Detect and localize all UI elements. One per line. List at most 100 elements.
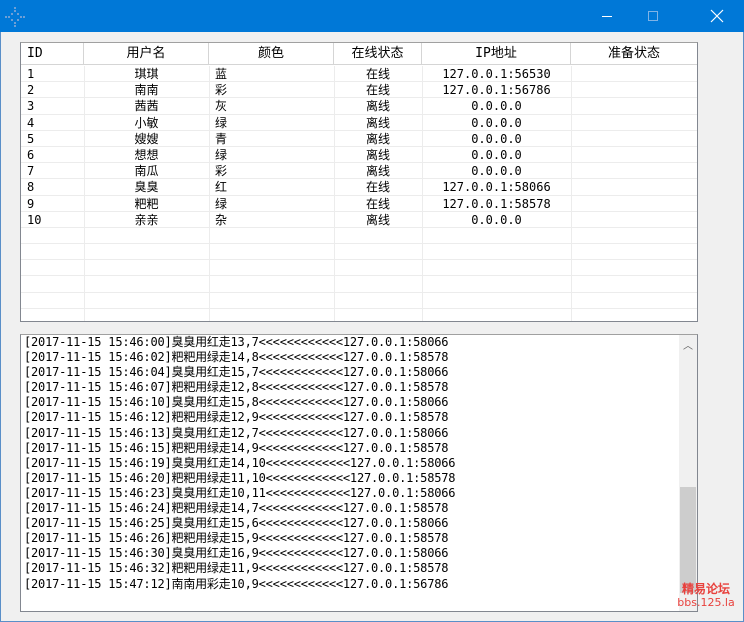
table-row[interactable]: 9 粑粑 绿 在线 127.0.0.1:58578 xyxy=(21,196,697,212)
cell-ip-address: 0.0.0.0 xyxy=(471,115,522,130)
cell-ready-status xyxy=(571,212,697,228)
cell-username: 茜茜 xyxy=(134,99,159,114)
table-row[interactable]: 7 南瓜 彩 离线 0.0.0.0 xyxy=(21,163,697,180)
scroll-up-button[interactable]: ︿ xyxy=(679,335,697,353)
cell-ready-status xyxy=(571,66,697,82)
log-line: [2017-11-15 15:46:30]臭臭用红走16,9<<<<<<<<<<… xyxy=(24,546,449,561)
cell-ip-address: 0.0.0.0 xyxy=(471,164,522,179)
cell-ready-status xyxy=(571,163,697,179)
column-header-ready-status[interactable]: 准备状态 xyxy=(571,43,697,65)
cell-color: 灰 xyxy=(215,99,228,114)
cell-ready-status xyxy=(571,82,697,98)
cell-ready-status xyxy=(571,196,697,212)
app-crosshair-icon[interactable] xyxy=(4,6,26,28)
log-line: [2017-11-15 15:46:25]臭臭用红走15,6<<<<<<<<<<… xyxy=(24,516,449,531)
log-line: [2017-11-15 15:46:00]臭臭用红走13,7<<<<<<<<<<… xyxy=(24,335,449,349)
cell-color: 彩 xyxy=(215,164,228,179)
table-row[interactable]: 1 琪琪 蓝 在线 127.0.0.1:56530 xyxy=(21,66,697,83)
cell-ip-address: 0.0.0.0 xyxy=(471,212,522,227)
cell-id: 5 xyxy=(27,131,35,146)
table-row[interactable]: 2 南南 彩 在线 127.0.0.1:56786 xyxy=(21,82,697,99)
table-row[interactable]: 6 想想 绿 离线 0.0.0.0 xyxy=(21,147,697,164)
vertical-scrollbar[interactable]: ︿ xyxy=(679,335,697,611)
watermark-title: 精易论坛 xyxy=(681,582,730,596)
table-row[interactable]: 5 嫂嫂 青 离线 0.0.0.0 xyxy=(21,131,697,147)
cell-username: 嫂嫂 xyxy=(134,131,159,146)
column-header-color[interactable]: 颜色 xyxy=(209,43,334,65)
cell-id: 7 xyxy=(27,164,35,179)
cell-online-status: 在线 xyxy=(365,67,390,81)
log-line: [2017-11-15 15:46:02]粑粑用绿走14,8<<<<<<<<<<… xyxy=(24,350,449,365)
cell-id: 8 xyxy=(27,180,35,195)
grid-line xyxy=(21,307,697,309)
log-line: [2017-11-15 15:46:04]臭臭用红走15,7<<<<<<<<<<… xyxy=(24,365,449,380)
cell-color: 红 xyxy=(215,180,228,195)
table-row[interactable] xyxy=(21,260,697,277)
title-bar xyxy=(0,0,744,32)
cell-id: 4 xyxy=(27,115,35,130)
column-header-username[interactable]: 用户名 xyxy=(84,43,209,65)
cell-id: 3 xyxy=(27,99,35,114)
cell-color: 绿 xyxy=(215,196,228,211)
close-icon xyxy=(710,9,724,23)
move-log-textbox[interactable]: [2017-11-15 15:46:00]臭臭用红走13,7<<<<<<<<<<… xyxy=(20,334,698,612)
column-header-online-status[interactable]: 在线状态 xyxy=(334,43,422,65)
cell-color: 彩 xyxy=(215,83,228,98)
log-line: [2017-11-15 15:46:15]粑粑用绿走14,9<<<<<<<<<<… xyxy=(24,440,449,455)
log-lines: [2017-11-15 15:46:00]臭臭用红走13,7<<<<<<<<<<… xyxy=(24,335,676,592)
cell-ip-address: 127.0.0.1:58578 xyxy=(442,196,551,211)
log-line: [2017-11-15 15:46:20]粑粑用绿走11,10<<<<<<<<<… xyxy=(24,470,456,485)
cell-online-status: 在线 xyxy=(365,180,390,195)
cell-color: 杂 xyxy=(215,212,228,227)
cell-id: 1 xyxy=(27,67,35,81)
forum-watermark: 精易论坛 bbs.125.la xyxy=(668,582,744,610)
cell-id: 2 xyxy=(27,83,35,98)
cell-color: 青 xyxy=(215,131,228,146)
cell-username: 亲亲 xyxy=(134,212,159,227)
cell-color: 绿 xyxy=(215,115,228,130)
log-line: [2017-11-15 15:46:12]粑粑用绿走12,9<<<<<<<<<<… xyxy=(24,410,449,425)
close-button[interactable] xyxy=(690,0,744,32)
log-line: [2017-11-15 15:47:12]南南用彩走10,9<<<<<<<<<<… xyxy=(24,576,449,591)
table-row[interactable] xyxy=(21,293,697,309)
column-header-ip-address[interactable]: IP地址 xyxy=(422,43,571,65)
table-row[interactable] xyxy=(21,276,697,293)
table-row[interactable]: 8 臭臭 红 在线 127.0.0.1:58066 xyxy=(21,179,697,196)
log-line: [2017-11-15 15:46:23]臭臭用红走10,11<<<<<<<<<… xyxy=(24,485,456,500)
cell-color: 蓝 xyxy=(215,67,228,81)
cell-ready-status xyxy=(571,98,697,114)
table-row[interactable]: 10 亲亲 杂 离线 0.0.0.0 xyxy=(21,212,697,228)
table-row[interactable] xyxy=(21,228,697,245)
cell-ip-address: 127.0.0.1:56786 xyxy=(442,83,551,98)
log-line: [2017-11-15 15:46:24]粑粑用绿走14,7<<<<<<<<<<… xyxy=(24,501,449,516)
log-line: [2017-11-15 15:46:07]粑粑用绿走12,8<<<<<<<<<<… xyxy=(24,380,449,395)
cell-ready-status xyxy=(571,147,697,163)
cell-id: 6 xyxy=(27,147,35,162)
list-header: ID 用户名 颜色 在线状态 IP地址 准备状态 xyxy=(21,43,697,65)
table-row[interactable]: 4 小敏 绿 离线 0.0.0.0 xyxy=(21,115,697,131)
cell-online-status: 离线 xyxy=(365,131,390,146)
maximize-icon xyxy=(648,11,658,21)
log-line: [2017-11-15 15:46:19]臭臭用红走14,10<<<<<<<<<… xyxy=(24,455,456,470)
player-list-view[interactable]: ID 用户名 颜色 在线状态 IP地址 准备状态 1 琪琪蓝在线 127.0.0.1… xyxy=(20,42,698,322)
cell-username: 南瓜 xyxy=(134,164,159,179)
scroll-thumb[interactable] xyxy=(680,487,696,593)
cell-ip-address: 127.0.0.1:56530 xyxy=(442,67,551,81)
log-line: [2017-11-15 15:46:13]臭臭用红走12,7<<<<<<<<<<… xyxy=(24,425,449,440)
cell-online-status: 离线 xyxy=(365,99,390,114)
chevron-up-icon: ︿ xyxy=(683,340,693,352)
cell-ip-address: 0.0.0.0 xyxy=(471,99,522,114)
cell-username: 琪琪 xyxy=(134,67,159,81)
cell-username: 臭臭 xyxy=(134,180,159,195)
log-line: [2017-11-15 15:46:26]粑粑用绿走15,9<<<<<<<<<<… xyxy=(24,531,449,546)
maximize-button[interactable] xyxy=(630,0,676,32)
minimize-button[interactable] xyxy=(584,0,630,32)
column-header-id[interactable]: ID xyxy=(21,43,84,65)
table-row[interactable]: 3 茜茜 灰 离线 0.0.0.0 xyxy=(21,98,697,115)
cell-ip-address: 0.0.0.0 xyxy=(471,131,522,146)
cell-username: 粑粑 xyxy=(134,196,159,211)
cell-ready-status xyxy=(571,115,697,131)
cell-id: 10 xyxy=(27,212,42,227)
table-row[interactable] xyxy=(21,244,697,261)
log-line: [2017-11-15 15:46:10]臭臭用红走15,8<<<<<<<<<<… xyxy=(24,395,449,410)
